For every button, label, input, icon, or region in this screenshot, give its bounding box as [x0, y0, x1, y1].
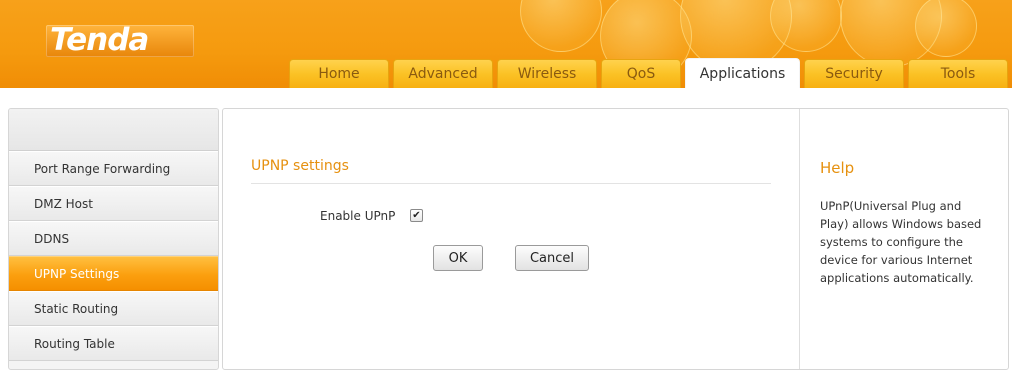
ok-button[interactable]: OK — [433, 245, 483, 271]
tab-qos[interactable]: QoS — [601, 59, 681, 88]
sidebar-item-ddns[interactable]: DDNS — [9, 221, 218, 256]
sidebar-item-upnp-settings[interactable]: UPNP Settings — [9, 256, 218, 291]
sidebar-item-dmz-host[interactable]: DMZ Host — [9, 186, 218, 221]
checkmark-icon: ✔ — [412, 210, 421, 221]
logo-text: Tenda — [50, 22, 149, 58]
sidebar-item-static-routing[interactable]: Static Routing — [9, 291, 218, 326]
tab-security[interactable]: Security — [804, 59, 904, 88]
help-text: UPnP(Universal Plug and Play) allows Win… — [820, 199, 982, 285]
section-title: UPNP settings — [251, 158, 349, 174]
header-banner: Tenda Home Advanced Wireless QoS Applica… — [0, 0, 1012, 88]
tab-wireless[interactable]: Wireless — [497, 59, 597, 88]
enable-upnp-label: Enable UPnP — [320, 209, 396, 223]
help-divider — [799, 109, 800, 369]
cancel-button[interactable]: Cancel — [515, 245, 589, 271]
decorative-bubble — [520, 0, 602, 52]
sidebar-header — [9, 109, 218, 151]
decorative-bubble — [915, 0, 977, 57]
help-title: Help — [820, 159, 855, 177]
sidebar-menu: Port Range Forwarding DMZ Host DDNS UPNP… — [8, 108, 219, 370]
tab-tools[interactable]: Tools — [908, 59, 1008, 88]
sidebar-item-routing-table[interactable]: Routing Table — [9, 326, 218, 361]
enable-upnp-checkbox[interactable]: ✔ — [410, 209, 423, 222]
tab-advanced[interactable]: Advanced — [393, 59, 493, 88]
tab-applications[interactable]: Applications — [685, 58, 800, 88]
section-divider — [251, 183, 771, 184]
main-panel: UPNP settings Enable UPnP ✔ OK Cancel He… — [222, 108, 1009, 370]
tab-home[interactable]: Home — [289, 59, 389, 88]
tenda-logo: Tenda — [46, 22, 194, 58]
sidebar-item-port-range-forwarding[interactable]: Port Range Forwarding — [9, 151, 218, 186]
